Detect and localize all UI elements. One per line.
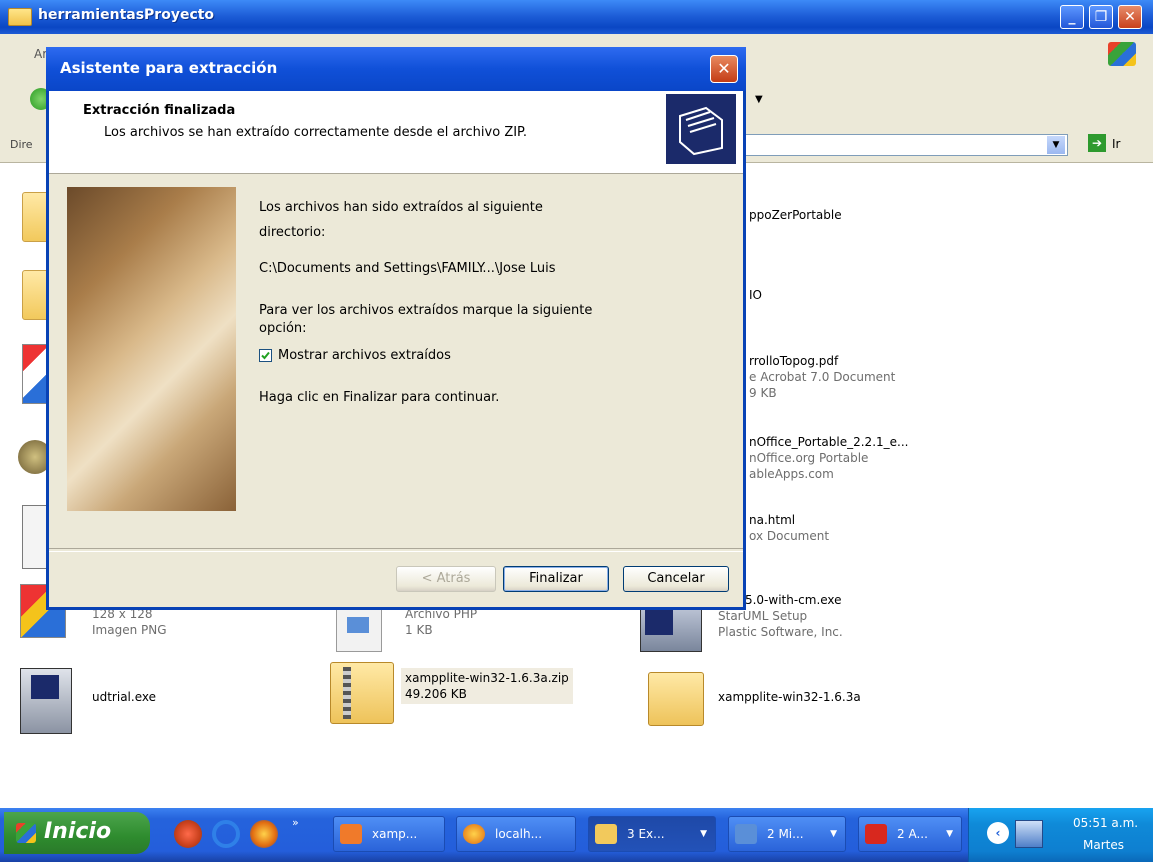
- xampp-icon: [340, 824, 362, 844]
- file-name: IO: [749, 288, 762, 302]
- file-company: Plastic Software, Inc.: [718, 625, 843, 639]
- dialog-separator: [49, 548, 743, 552]
- php-badge-icon: [347, 617, 369, 633]
- file-name: xampplite-win32-1.6.3a.zip: [405, 671, 569, 685]
- dialog-title-bar[interactable]: Asistente para extracción: [46, 47, 746, 91]
- file-name: udtrial.exe: [92, 690, 156, 704]
- folder-icon[interactable]: [648, 672, 704, 726]
- dialog-close-button[interactable]: ✕: [710, 55, 738, 83]
- chevron-down-icon: ▼: [700, 829, 707, 839]
- cancel-button[interactable]: Cancelar: [623, 566, 729, 592]
- acrobat-icon: [865, 824, 887, 844]
- zipper-icon: [343, 667, 351, 719]
- wizard-side-image: [67, 187, 236, 511]
- file-item[interactable]: udtrial.exe: [92, 689, 156, 705]
- chevron-down-icon: ▼: [946, 829, 953, 839]
- file-item[interactable]: nOffice_Portable_2.2.1_e... nOffice.org …: [749, 434, 908, 482]
- file-item[interactable]: rrolloTopog.pdf e Acrobat 7.0 Document 9…: [749, 353, 895, 401]
- start-label: Inicio: [44, 819, 112, 844]
- file-type: Imagen PNG: [92, 623, 167, 637]
- file-item-selected[interactable]: xampplite-win32-1.6.3a.zip 49.206 KB: [401, 668, 573, 704]
- minimize-button[interactable]: _: [1060, 5, 1084, 29]
- taskbar-button-label: 2 A...: [897, 827, 928, 841]
- address-label: Dire: [10, 138, 33, 151]
- file-item[interactable]: xampplite-win32-1.6.3a: [718, 689, 861, 705]
- chevron-down-icon[interactable]: ▼: [755, 94, 763, 105]
- word-icon: [735, 824, 757, 844]
- file-type: e Acrobat 7.0 Document: [749, 370, 896, 384]
- info-line-4: opción:: [259, 321, 307, 336]
- file-item[interactable]: Archivo PHP 1 KB: [405, 606, 477, 638]
- taskbar-button-label: localh...: [495, 827, 543, 841]
- folder-icon: [8, 8, 32, 26]
- taskbar-button-localhost[interactable]: localh...: [456, 816, 576, 852]
- zip-folder-icon[interactable]: [330, 662, 394, 724]
- file-size: 9 KB: [749, 386, 777, 400]
- file-company: ableApps.com: [749, 467, 834, 481]
- file-type: ox Document: [749, 529, 830, 543]
- dialog-header-subtitle: Los archivos se han extraído correctamen…: [104, 125, 528, 140]
- clock-time[interactable]: 05:51 a.m.: [1073, 816, 1138, 830]
- chevron-right-icon[interactable]: »: [292, 816, 299, 829]
- dialog-title: Asistente para extracción: [60, 59, 278, 77]
- info-line-5: Haga clic en Finalizar para continuar.: [259, 390, 500, 405]
- finish-button[interactable]: Finalizar: [503, 566, 609, 592]
- taskbar-button-label: 3 Ex...: [627, 827, 665, 841]
- taskbar-button-xampp[interactable]: xamp...: [333, 816, 445, 852]
- info-line-3: Para ver los archivos extraídos marque l…: [259, 303, 593, 318]
- checkmark-icon: [261, 351, 270, 360]
- close-button[interactable]: ✕: [1118, 5, 1142, 29]
- internet-explorer-icon[interactable]: [212, 820, 240, 848]
- maximize-button[interactable]: ❐: [1089, 5, 1113, 29]
- window-title: herramientasProyecto: [38, 7, 215, 23]
- info-line-1: Los archivos han sido extraídos al sigui…: [259, 200, 543, 215]
- file-item[interactable]: na.html ox Document: [749, 512, 829, 544]
- file-name: nOffice_Portable_2.2.1_e...: [749, 435, 909, 449]
- monitor-icon: [31, 675, 59, 699]
- tray-expand-icon[interactable]: ‹: [987, 822, 1009, 844]
- file-size: 49.206 KB: [405, 687, 467, 701]
- clock-day[interactable]: Martes: [1083, 838, 1124, 852]
- file-name: xampplite-win32-1.6.3a: [718, 690, 861, 704]
- file-type: nOffice.org Portable: [749, 451, 869, 465]
- file-name: na.html: [749, 513, 796, 527]
- extraction-path: C:\Documents and Settings\FAMILY...\Jose…: [259, 261, 556, 276]
- show-files-label[interactable]: Mostrar archivos extraídos: [278, 347, 451, 365]
- back-button[interactable]: < Atrás: [396, 566, 496, 592]
- taskbar-button-label: 2 Mi...: [767, 827, 804, 841]
- windows-logo-icon: [1108, 42, 1136, 66]
- network-icon[interactable]: [1015, 820, 1043, 848]
- windows-logo-icon: [16, 823, 36, 843]
- address-input[interactable]: ▼: [690, 134, 1068, 156]
- taskbar-button-explorer[interactable]: 3 Ex... ▼: [588, 816, 716, 852]
- info-line-2: directorio:: [259, 225, 326, 240]
- quicklaunch-app-icon[interactable]: [174, 820, 202, 848]
- system-tray: ‹ 05:51 a.m. Martes: [968, 808, 1153, 862]
- window-title-bar[interactable]: herramientasProyecto _ ❐ ✕: [0, 0, 1153, 34]
- installer-exe-icon[interactable]: [20, 668, 72, 734]
- folder-icon: [595, 824, 617, 844]
- file-type: StarUML Setup: [718, 609, 808, 623]
- go-label[interactable]: Ir: [1112, 137, 1120, 151]
- show-files-checkbox[interactable]: [259, 349, 272, 362]
- file-size: 1 KB: [405, 623, 433, 637]
- chevron-down-icon: ▼: [830, 829, 837, 839]
- start-button[interactable]: Inicio: [4, 812, 150, 854]
- file-name: ppoZerPortable: [749, 208, 842, 222]
- firefox-icon: [463, 824, 485, 844]
- file-name: rrolloTopog.pdf: [749, 354, 839, 368]
- taskbar-button-label: xamp...: [372, 827, 418, 841]
- taskbar-button-word[interactable]: 2 Mi... ▼: [728, 816, 846, 852]
- firefox-icon[interactable]: [250, 820, 278, 848]
- file-item[interactable]: ppoZerPortable: [749, 207, 842, 223]
- extracted-folders-icon: [666, 94, 736, 164]
- file-item[interactable]: IO: [749, 287, 762, 303]
- file-item[interactable]: 128 x 128 Imagen PNG: [92, 606, 167, 638]
- dialog-header-title: Extracción finalizada: [83, 103, 236, 118]
- go-arrow-icon[interactable]: ➔: [1088, 134, 1106, 152]
- address-dropdown-icon[interactable]: ▼: [1047, 136, 1065, 154]
- taskbar-button-acrobat[interactable]: 2 A... ▼: [858, 816, 962, 852]
